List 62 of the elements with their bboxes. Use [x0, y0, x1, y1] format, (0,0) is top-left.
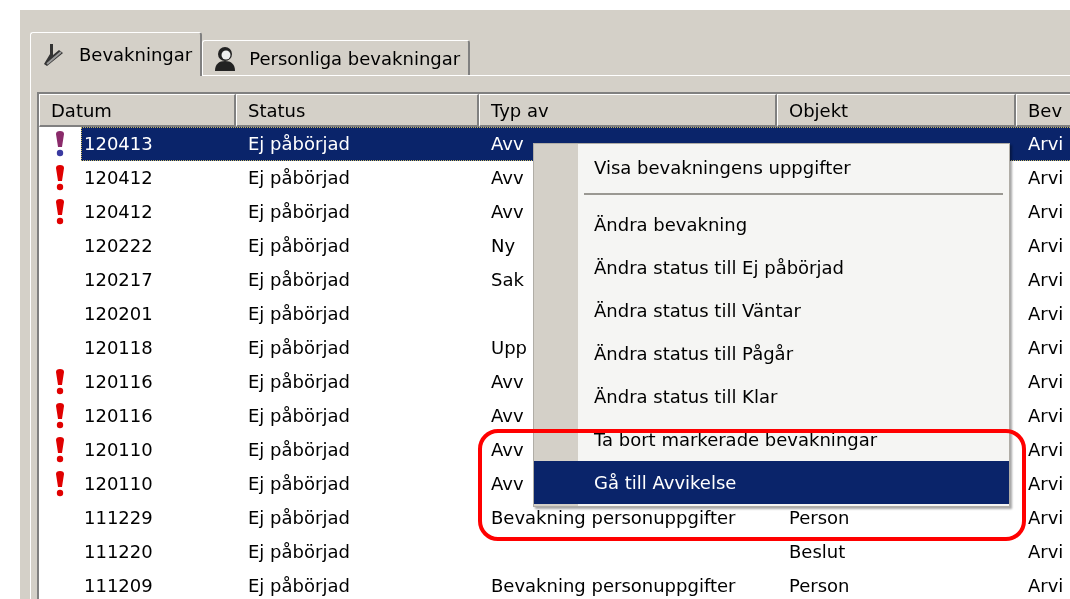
table-cell: Ej påbörjad [248, 405, 350, 426]
table-cell: Beslut [789, 541, 846, 562]
table-cell: Ej påbörjad [248, 337, 350, 358]
tab[interactable]: Personliga bevakningar [202, 40, 471, 75]
table-cell: Arvi [1028, 405, 1064, 426]
table-cell: Ej påbörjad [248, 473, 350, 494]
table-cell: Ej påbörjad [248, 133, 350, 154]
table-cell: Avv [491, 167, 524, 188]
table-cell: Bevakning personuppgifter [491, 507, 736, 528]
menu-item[interactable]: Ändra status till Väntar [534, 289, 1009, 332]
table-cell: Ej påbörjad [248, 167, 350, 188]
table-cell: Avv [491, 133, 524, 154]
table-cell: 120412 [84, 201, 153, 222]
table-cell: 120110 [84, 439, 153, 460]
table-cell: Avv [491, 473, 524, 494]
table-cell: 120201 [84, 303, 153, 324]
table-cell: 120412 [84, 167, 153, 188]
table-cell: Ny [491, 235, 516, 256]
menu-item[interactable]: Ändra status till Pågår [534, 332, 1009, 375]
table-cell: Arvi [1028, 541, 1064, 562]
table-row[interactable]: 111209 Ej påbörjad Bevakning personuppgifter Person Arvi [81, 569, 1070, 599]
tab[interactable]: Bevakningar [30, 32, 203, 76]
menu-item[interactable]: Ändra bevakning [534, 203, 1009, 246]
table-cell: 120116 [84, 405, 153, 426]
table-cell: Arvi [1028, 133, 1064, 154]
table-cell: Avv [491, 439, 524, 460]
menu-item[interactable]: Ändra status till Ej påbörjad [534, 246, 1009, 289]
table-cell: Person [789, 507, 850, 528]
table-cell: 120413 [84, 133, 153, 154]
table-cell: Ej påbörjad [248, 201, 350, 222]
table-cell: Ej påbörjad [248, 303, 350, 324]
table-cell: Arvi [1028, 235, 1064, 256]
table-cell: Avv [491, 201, 524, 222]
table-row[interactable]: 111220 Ej påbörjad Beslut Arvi [81, 535, 1070, 569]
table-cell: Arvi [1028, 507, 1064, 528]
person-icon [213, 45, 238, 71]
table-cell: Ej påbörjad [248, 575, 350, 596]
table-cell: 111209 [84, 575, 153, 596]
table-cell: Ej påbörjad [248, 507, 350, 528]
table-cell: Ej påbörjad [248, 541, 350, 562]
table-cell: Arvi [1028, 575, 1064, 596]
table-cell: Ej påbörjad [248, 235, 350, 256]
menu-item[interactable]: Gå till Avvikelse [534, 461, 1009, 504]
table-cell: Upp [491, 337, 528, 358]
menu-item[interactable]: Ta bort markerade bevakningar [534, 418, 1009, 461]
menu-item[interactable]: Ändra status till Klar [534, 375, 1009, 418]
table-cell: 120110 [84, 473, 153, 494]
table-cell: Bevakning personuppgifter [491, 575, 736, 596]
table-cell: Person [789, 575, 850, 596]
table-cell: Avv [491, 371, 524, 392]
table-cell: 111229 [84, 507, 153, 528]
table-cell: Ej påbörjad [248, 269, 350, 290]
table-cell: 120118 [84, 337, 153, 358]
menu-item[interactable]: Visa bevakningens uppgifter [534, 146, 1009, 189]
table-cell: 120217 [84, 269, 153, 290]
table-cell: 120116 [84, 371, 153, 392]
table-cell: Ej påbörjad [248, 371, 350, 392]
table-cell: Avv [491, 405, 524, 426]
table-cell: 120222 [84, 235, 153, 256]
table-cell: Sak [491, 269, 524, 290]
table-cell: Ej påbörjad [248, 439, 350, 460]
table-cell: 111220 [84, 541, 153, 562]
